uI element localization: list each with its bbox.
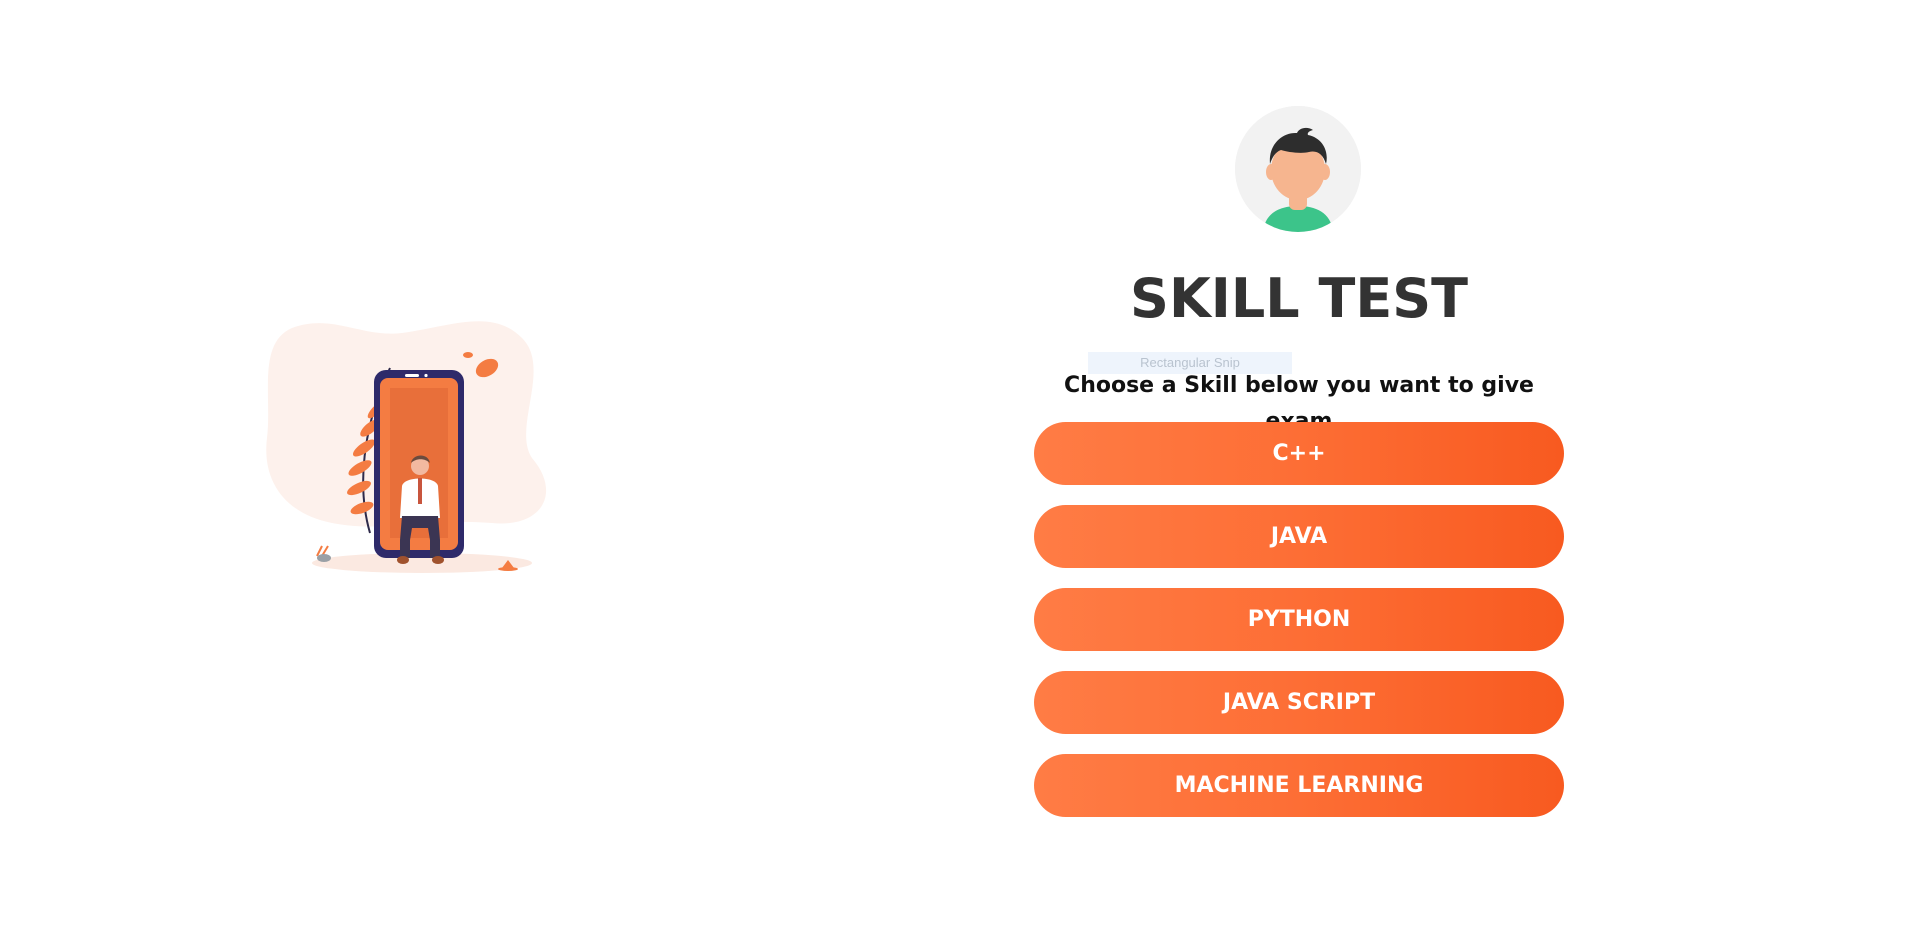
user-avatar-icon — [1235, 106, 1361, 232]
skill-test-page: SKILL TEST Rectangular Snip Choose a Ski… — [0, 0, 1918, 938]
person-sitting-phone-illustration — [262, 318, 582, 590]
page-title: SKILL TEST — [1130, 267, 1468, 330]
skill-button-cpp[interactable]: C++ — [1034, 422, 1564, 485]
skill-button-machine-learning[interactable]: MACHINE LEARNING — [1034, 754, 1564, 817]
skill-button-java[interactable]: JAVA — [1034, 505, 1564, 568]
skill-button-list: C++ JAVA PYTHON JAVA SCRIPT MACHINE LEAR… — [1034, 422, 1564, 837]
skill-button-javascript[interactable]: JAVA SCRIPT — [1034, 671, 1564, 734]
skill-button-python[interactable]: PYTHON — [1034, 588, 1564, 651]
